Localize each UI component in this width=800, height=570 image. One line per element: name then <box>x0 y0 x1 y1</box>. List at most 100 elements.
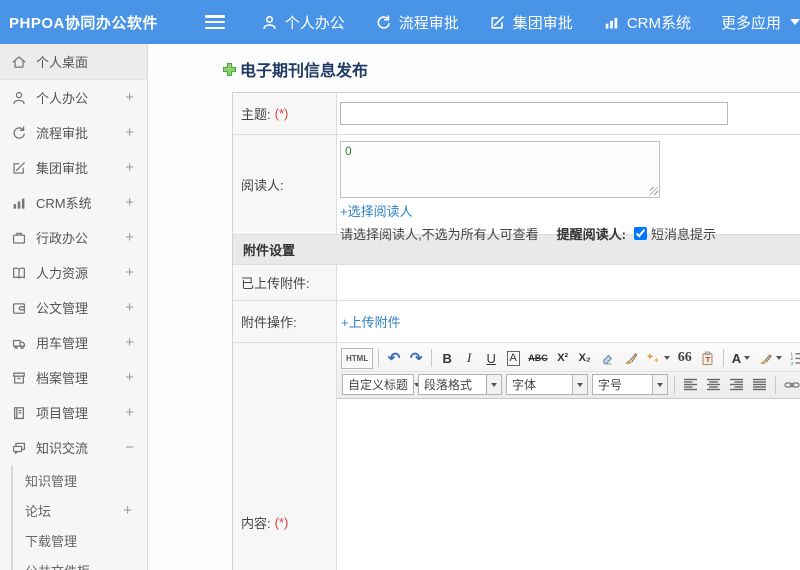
home-icon <box>11 54 27 70</box>
sidebar-subitem-public-cabinet[interactable]: 公共文件柜 <box>13 555 147 570</box>
bar-chart-icon <box>603 14 620 31</box>
undo-icon: ↶ <box>387 349 401 367</box>
caret-down-icon <box>486 375 501 394</box>
remind-readers-label: 提醒阅读人: <box>556 227 626 242</box>
caret-down-icon <box>776 356 783 360</box>
wallet-folder-icon <box>11 300 27 316</box>
attachment-ops-label: 附件操作: <box>241 315 297 330</box>
strikethrough-button[interactable]: ABC <box>525 348 551 369</box>
highlight-color-button[interactable] <box>755 348 785 369</box>
align-left-icon <box>684 378 697 391</box>
align-center-button[interactable] <box>703 374 724 395</box>
eraser-button[interactable] <box>597 348 618 369</box>
readers-hint: 请选择阅读人,不选为所有人可查看 <box>340 227 539 242</box>
format-brush-button[interactable] <box>620 348 641 369</box>
top-nav: 个人办公 流程审批 集团审批 CRM系统 更多应用 <box>261 12 800 33</box>
clipboard-icon: T <box>702 351 713 365</box>
nav-group-approval[interactable]: 集团审批 <box>489 12 573 33</box>
attachment-ops-row: 附件操作: +上传附件 <box>233 301 800 343</box>
undo-button[interactable]: ↶ <box>384 348 404 369</box>
top-header: PHPOA协同办公软件 个人办公 流程审批 集团审批 CRM系统 更多应用 <box>0 0 800 44</box>
edit-icon <box>489 14 506 31</box>
cycle-icon <box>375 14 392 31</box>
font-color-button[interactable]: A <box>729 348 753 369</box>
paintbrush-icon <box>624 352 638 364</box>
uploaded-attachments-row: 已上传附件: <box>233 265 800 301</box>
align-justify-icon <box>753 378 766 391</box>
sms-notify-checkbox[interactable] <box>633 227 647 240</box>
subscript-button[interactable]: X₂ <box>575 348 595 369</box>
caret-down-icon <box>572 375 587 394</box>
redo-button[interactable]: ↷ <box>406 348 426 369</box>
sidebar-item-vehicle[interactable]: 用车管理 + <box>0 325 147 360</box>
eraser-icon <box>602 354 612 364</box>
blockquote-button[interactable]: 66 <box>675 348 695 369</box>
sidebar-item-projects[interactable]: 项目管理 + <box>0 395 147 430</box>
paste-button[interactable]: T <box>697 348 718 369</box>
font-style-button[interactable]: A <box>503 348 523 369</box>
hamburger-menu-icon[interactable] <box>205 15 225 29</box>
highlighter-icon <box>760 353 772 364</box>
editor-content-area[interactable] <box>337 399 800 570</box>
sidebar-item-crm[interactable]: CRM系统 + <box>0 185 147 220</box>
sidebar-item-admin-office[interactable]: 行政办公 + <box>0 220 147 255</box>
html-source-button[interactable]: HTML <box>341 347 374 369</box>
sidebar-item-documents[interactable]: 公文管理 + <box>0 290 147 325</box>
sidebar: 个人桌面 个人办公 + 流程审批 + 集团审批 + CRM系统 + 行政办公 + <box>0 44 148 570</box>
sidebar-item-archives[interactable]: 档案管理 + <box>0 360 147 395</box>
briefcase-icon <box>11 230 27 246</box>
sidebar-knowledge-subgroup: 知识管理 论坛 + 下载管理 公共文件柜 <box>11 465 147 570</box>
person-icon <box>261 14 278 31</box>
sidebar-subitem-knowledge-mgmt[interactable]: 知识管理 <box>13 465 147 495</box>
insert-link-button[interactable] <box>781 374 800 395</box>
readers-textarea[interactable]: 0 <box>340 141 660 198</box>
caret-down-icon <box>652 375 667 394</box>
nav-crm-system[interactable]: CRM系统 <box>603 12 691 33</box>
caret-down-icon <box>744 356 751 360</box>
uploaded-attachments-value <box>337 265 800 300</box>
font-family-select[interactable]: 字体 <box>506 374 588 395</box>
subject-input[interactable] <box>340 102 728 125</box>
italic-button[interactable]: I <box>459 348 479 369</box>
sidebar-item-workflow-approval[interactable]: 流程审批 + <box>0 115 147 150</box>
font-size-select[interactable]: 字号 <box>592 374 668 395</box>
underline-button[interactable]: U <box>481 348 501 369</box>
align-right-button[interactable] <box>726 374 747 395</box>
sidebar-subitem-forum[interactable]: 论坛 + <box>13 495 147 525</box>
redo-icon: ↷ <box>409 349 423 367</box>
sidebar-item-personal-office[interactable]: 个人办公 + <box>0 80 147 115</box>
readers-label: 阅读人: <box>241 178 284 193</box>
sidebar-item-hr[interactable]: 人力资源 + <box>0 255 147 290</box>
chat-bubbles-icon <box>11 440 27 456</box>
sidebar-item-group-approval[interactable]: 集团审批 + <box>0 150 147 185</box>
upload-attachment-link[interactable]: +上传附件 <box>341 312 401 331</box>
required-mark: (*) <box>274 106 289 121</box>
subject-label: 主题: <box>241 107 271 122</box>
content-label: 内容: <box>241 516 271 531</box>
sidebar-item-desktop[interactable]: 个人桌面 <box>0 44 147 80</box>
sidebar-item-knowledge[interactable]: 知识交流 − <box>0 430 147 465</box>
select-readers-link[interactable]: +选择阅读人 <box>340 201 413 220</box>
notebook-icon <box>11 405 27 421</box>
sparkle-wand-icon <box>646 352 659 363</box>
align-left-button[interactable] <box>680 374 701 395</box>
align-justify-button[interactable] <box>749 374 770 395</box>
ordered-list-button[interactable]: 123 <box>787 348 800 369</box>
link-icon <box>784 381 800 388</box>
paragraph-format-select[interactable]: 段落格式 <box>418 374 502 395</box>
sidebar-subitem-downloads[interactable]: 下载管理 <box>13 525 147 555</box>
align-center-icon <box>707 378 720 391</box>
nav-more-apps[interactable]: 更多应用 <box>721 12 800 33</box>
nav-personal-office[interactable]: 个人办公 <box>261 12 345 33</box>
align-right-icon <box>730 378 743 391</box>
green-plus-icon <box>223 62 236 76</box>
auto-format-button[interactable] <box>643 348 673 369</box>
custom-heading-select[interactable]: 自定义标题 <box>342 374 421 395</box>
subject-row: 主题: (*) <box>233 93 800 135</box>
truck-icon <box>11 335 27 351</box>
archive-icon <box>11 370 27 386</box>
bold-button[interactable]: B <box>437 348 457 369</box>
superscript-button[interactable]: X² <box>553 348 573 369</box>
svg-text:3: 3 <box>791 361 794 365</box>
nav-workflow-approval[interactable]: 流程审批 <box>375 12 459 33</box>
